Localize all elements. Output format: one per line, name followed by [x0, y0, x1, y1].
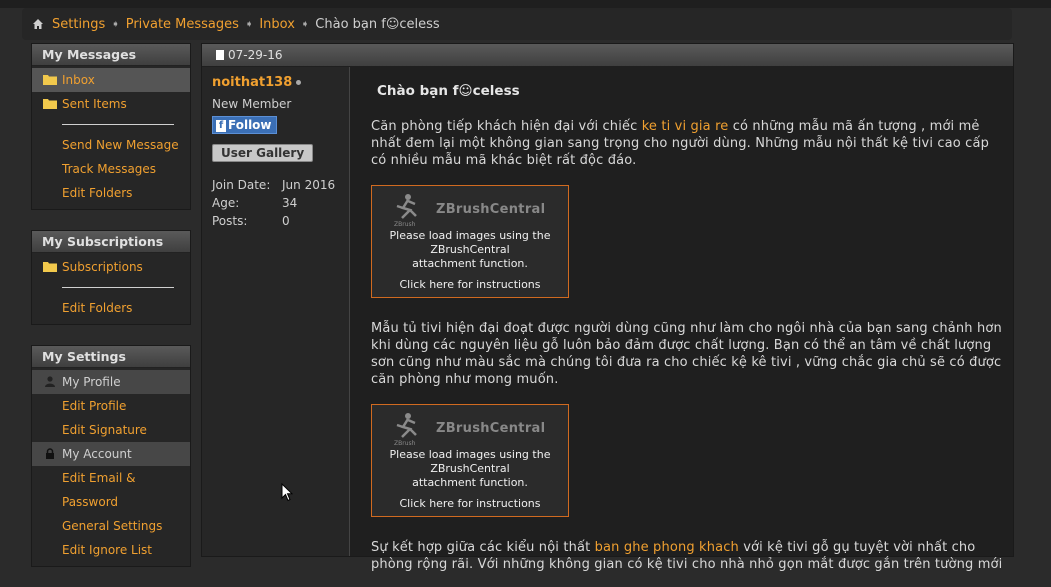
folder-icon	[43, 262, 57, 272]
document-icon	[216, 50, 224, 60]
user-title: New Member	[212, 97, 292, 111]
post-date: 07-29-16	[228, 48, 283, 62]
message-line: Please load images using the	[389, 229, 551, 242]
my-messages-block: My Messages Inbox Sent Items Send New Me…	[31, 43, 191, 210]
sidebar-item-label: My Profile	[62, 375, 121, 389]
sidebar-item-password[interactable]: Password	[32, 490, 190, 514]
my-settings-block: My Settings My Profile Edit Profile Edit…	[31, 345, 191, 567]
message-line: ZBrushCentral	[430, 462, 510, 475]
sidebar: My Messages Inbox Sent Items Send New Me…	[31, 43, 191, 587]
post-paragraph: Căn phòng tiếp khách hiện đại với chiếc …	[371, 118, 1003, 169]
post-title: Chào bạn f☺celess	[377, 83, 520, 99]
post-content: Chào bạn f☺celess Căn phòng tiếp khách h…	[361, 67, 1013, 572]
svg-text:ZBrush: ZBrush	[394, 221, 416, 228]
instructions-link[interactable]: Click here for instructions	[372, 495, 568, 512]
zbrushcentral-brand: ZBrushCentral	[436, 421, 546, 436]
facebook-icon: f	[216, 119, 226, 132]
message-line: Please load images using the	[389, 448, 551, 461]
stat-row: Join Date: Jun 2016	[212, 176, 339, 194]
text-span: Căn phòng tiếp khách hiện đại với chiếc	[371, 119, 642, 134]
user-stats: Join Date: Jun 2016 Age: 34 Posts: 0	[212, 176, 339, 230]
sidebar-item-general-settings[interactable]: General Settings	[32, 514, 190, 538]
sidebar-item-sent-items[interactable]: Sent Items	[32, 92, 190, 116]
breadcrumb-arrow-icon: ➧	[111, 18, 120, 30]
breadcrumb-private-messages[interactable]: Private Messages	[126, 17, 239, 32]
sidebar-item-my-account[interactable]: My Account	[32, 442, 190, 466]
stat-row: Age: 34	[212, 194, 339, 212]
sidebar-item-edit-ignore-list[interactable]: Edit Ignore List	[32, 538, 190, 562]
follow-button[interactable]: f Follow	[212, 116, 277, 134]
stat-value: 0	[282, 214, 290, 228]
user-icon	[45, 376, 55, 387]
stat-value: Jun 2016	[282, 178, 336, 192]
divider	[62, 287, 174, 288]
load-images-message: Please load images using the ZBrushCentr…	[372, 448, 568, 490]
zbrush-logo-icon: ZBrush	[394, 413, 417, 447]
ban-ghe-link[interactable]: ban ghe phong khach	[595, 540, 739, 555]
breadcrumb-arrow-icon: ➧	[300, 18, 310, 30]
sidebar-item-edit-signature[interactable]: Edit Signature	[32, 418, 190, 442]
sidebar-item-track-messages[interactable]: Track Messages	[32, 157, 190, 181]
my-subscriptions-block: My Subscriptions Subscriptions Edit Fold…	[31, 230, 191, 325]
sidebar-item-label: Inbox	[62, 73, 95, 87]
folder-icon	[43, 75, 57, 85]
my-messages-heading: My Messages	[32, 44, 190, 66]
ke-ti-vi-link[interactable]: ke ti vi gia re	[642, 119, 729, 134]
divider	[62, 124, 174, 125]
sidebar-item-edit-profile[interactable]: Edit Profile	[32, 394, 190, 418]
message-line: ZBrushCentral	[430, 243, 510, 256]
user-info-panel: noithat138 New Member f Follow User Galle…	[202, 67, 350, 556]
sidebar-item-send-new-message[interactable]: Send New Message	[32, 133, 190, 157]
text-span: Sự kết hợp giữa các kiểu nội thất	[371, 540, 595, 555]
image-placeholder[interactable]: ZBrush ZBrushCentral Please load images …	[371, 185, 569, 298]
lock-icon	[46, 448, 54, 459]
top-strip	[0, 0, 1051, 8]
stat-value: 34	[282, 196, 298, 210]
instructions-link[interactable]: Click here for instructions	[372, 276, 568, 293]
sidebar-item-inbox[interactable]: Inbox	[32, 68, 190, 92]
message-line: attachment function.	[412, 257, 528, 270]
message-post: 07-29-16 noithat138 New Member f Follow U…	[201, 43, 1014, 572]
offline-status-icon	[296, 80, 302, 85]
zbrushcentral-brand: ZBrushCentral	[436, 202, 546, 217]
sidebar-item-edit-folders[interactable]: Edit Folders	[32, 181, 190, 205]
sidebar-item-edit-folders[interactable]: Edit Folders	[32, 296, 190, 320]
my-settings-heading: My Settings	[32, 346, 190, 368]
follow-label: Follow	[228, 118, 272, 132]
message-line: attachment function.	[412, 476, 528, 489]
user-gallery-button[interactable]: User Gallery	[212, 144, 314, 162]
post-header: 07-29-16	[202, 44, 1013, 66]
stat-label: Age:	[212, 196, 240, 210]
sidebar-item-my-profile[interactable]: My Profile	[32, 370, 190, 394]
folder-icon	[43, 99, 57, 109]
load-images-message: Please load images using the ZBrushCentr…	[372, 229, 568, 271]
post-paragraph: Sự kết hợp giữa các kiểu nội thất ban gh…	[371, 539, 1003, 573]
sidebar-item-subscriptions[interactable]: Subscriptions	[32, 255, 190, 279]
stat-label: Posts:	[212, 214, 248, 228]
sidebar-item-edit-email[interactable]: Edit Email &	[32, 466, 190, 490]
mouse-cursor-icon	[281, 483, 293, 502]
sidebar-item-label: My Account	[62, 447, 132, 461]
stat-row: Posts: 0	[212, 212, 339, 230]
sidebar-item-label: Sent Items	[62, 97, 127, 111]
breadcrumb-inbox[interactable]: Inbox	[259, 17, 295, 32]
my-subscriptions-heading: My Subscriptions	[32, 231, 190, 253]
breadcrumb: Settings ➧ Private Messages ➧ Inbox ➧ Ch…	[22, 8, 1012, 40]
breadcrumb-current: Chào bạn f☺celess	[315, 16, 440, 32]
breadcrumb-settings[interactable]: Settings	[52, 17, 105, 32]
post-paragraph: Mẫu tủ tivi hiện đại đoạt được người dùn…	[371, 321, 1002, 387]
stat-label: Join Date:	[212, 178, 271, 192]
home-icon[interactable]	[32, 18, 44, 30]
breadcrumb-arrow-icon: ➧	[244, 18, 254, 30]
username-link[interactable]: noithat138	[212, 75, 292, 90]
svg-text:ZBrush: ZBrush	[394, 440, 416, 447]
sidebar-item-label: Subscriptions	[62, 260, 143, 274]
zbrush-logo-icon: ZBrush	[394, 194, 417, 228]
image-placeholder[interactable]: ZBrush ZBrushCentral Please load images …	[371, 404, 569, 517]
